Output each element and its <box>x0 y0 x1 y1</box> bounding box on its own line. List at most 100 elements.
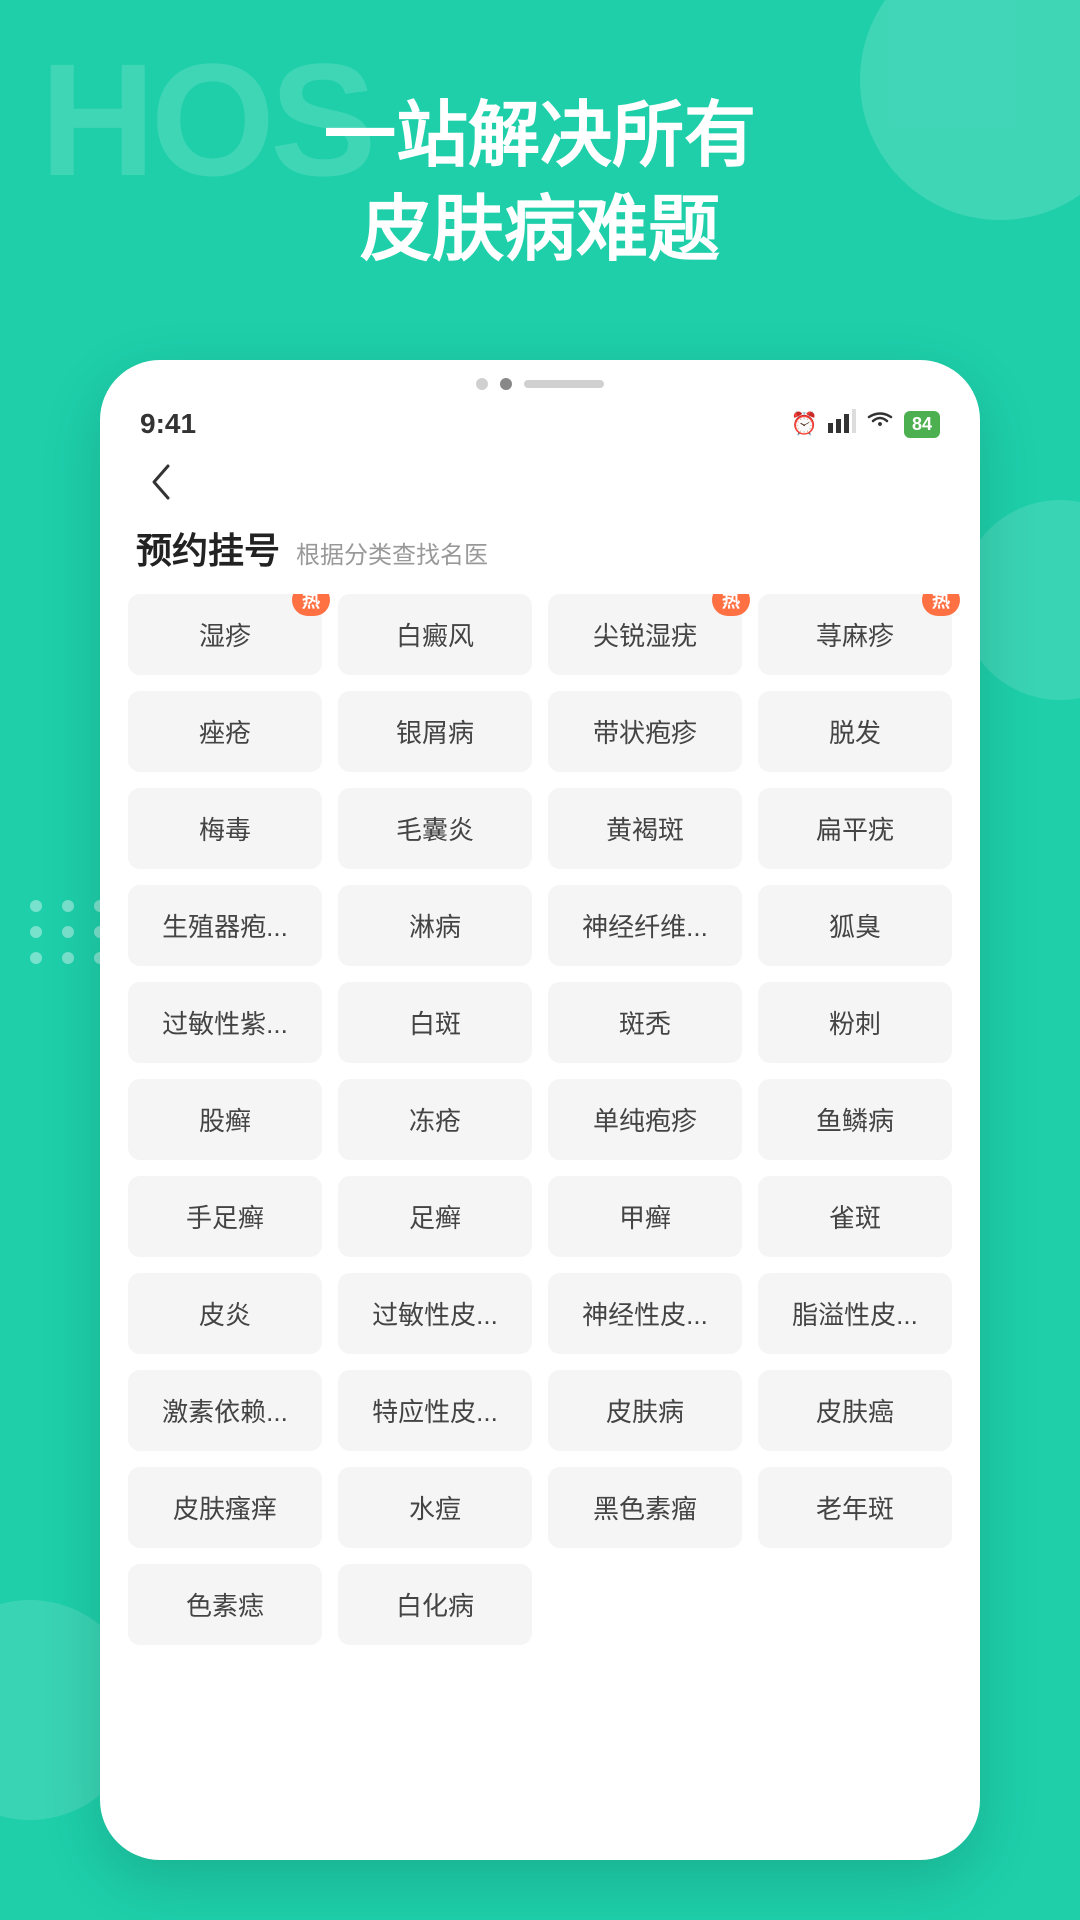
grid-item-label: 狐臭 <box>829 912 881 942</box>
grid-item-10-1[interactable]: 白化病 <box>338 1564 532 1645</box>
grid-item-label: 足癣 <box>409 1203 461 1233</box>
grid-item-4-3[interactable]: 粉刺 <box>758 982 952 1063</box>
grid-item-3-2[interactable]: 神经纤维... <box>548 885 742 966</box>
grid-item-label: 荨麻疹 <box>816 621 894 651</box>
grid-content: 热湿疹白癜风热尖锐湿疣热荨麻疹痤疮银屑病带状疱疹脱发梅毒毛囊炎黄褐斑扁平疣生殖器… <box>100 594 980 1860</box>
status-time: 9:41 <box>140 408 196 440</box>
grid-item-label: 激素依赖... <box>162 1397 288 1427</box>
grid-item-label: 雀斑 <box>829 1203 881 1233</box>
grid-item-1-1[interactable]: 银屑病 <box>338 691 532 772</box>
grid-item-label: 手足癣 <box>186 1203 264 1233</box>
hot-badge: 热 <box>922 594 960 616</box>
grid-item-label: 神经性皮... <box>582 1300 708 1330</box>
grid-item-label: 扁平疣 <box>816 815 894 845</box>
grid-row-3: 生殖器疱... 淋病神经纤维... 狐臭 <box>128 885 952 966</box>
indicator-bar <box>524 380 604 388</box>
grid-item-label: 带状疱疹 <box>593 718 697 748</box>
grid-item-label: 过敏性紫... <box>162 1009 288 1039</box>
grid-row-2: 梅毒 毛囊炎 黄褐斑 扁平疣 <box>128 788 952 869</box>
grid-item-2-2[interactable]: 黄褐斑 <box>548 788 742 869</box>
alarm-icon: ⏰ <box>791 411 818 437</box>
indicator-dot-2 <box>500 378 512 390</box>
grid-item-5-2[interactable]: 单纯疱疹 <box>548 1079 742 1160</box>
grid-row-8: 激素依赖... 特应性皮... 皮肤病 皮肤癌 <box>128 1370 952 1451</box>
grid-item-3-0[interactable]: 生殖器疱... <box>128 885 322 966</box>
signal-icon <box>828 409 856 439</box>
grid-item-4-1[interactable]: 白斑 <box>338 982 532 1063</box>
grid-item-label: 毛囊炎 <box>396 815 474 845</box>
grid-item-4-2[interactable]: 斑秃 <box>548 982 742 1063</box>
indicator-dot-1 <box>476 378 488 390</box>
grid-item-label: 黑色素瘤 <box>593 1494 697 1524</box>
grid-item-8-1[interactable]: 特应性皮... <box>338 1370 532 1451</box>
header-line1: 一站解决所有 <box>0 90 1080 184</box>
grid-item-label: 单纯疱疹 <box>593 1106 697 1136</box>
status-icons: ⏰ 84 <box>791 409 940 439</box>
grid-item-8-3[interactable]: 皮肤癌 <box>758 1370 952 1451</box>
grid-item-0-0[interactable]: 热湿疹 <box>128 594 322 675</box>
phone-mockup: 9:41 ⏰ 84 预约挂号 根据分类查找名医 热湿疹白癜风热尖锐湿疣热荨麻疹痤… <box>100 360 980 1860</box>
grid-item-8-0[interactable]: 激素依赖... <box>128 1370 322 1451</box>
grid-item-10-0[interactable]: 色素痣 <box>128 1564 322 1645</box>
grid-item-2-1[interactable]: 毛囊炎 <box>338 788 532 869</box>
grid-item-1-3[interactable]: 脱发 <box>758 691 952 772</box>
grid-item-label: 色素痣 <box>186 1591 264 1621</box>
grid-item-7-1[interactable]: 过敏性皮... <box>338 1273 532 1354</box>
grid-item-label: 生殖器疱... <box>162 912 288 942</box>
grid-item-label: 水痘 <box>409 1494 461 1524</box>
grid-item-6-2[interactable]: 甲癣 <box>548 1176 742 1257</box>
grid-item-5-1[interactable]: 冻疮 <box>338 1079 532 1160</box>
grid-item-label: 白癜风 <box>396 621 474 651</box>
grid-item-7-3[interactable]: 脂溢性皮... <box>758 1273 952 1354</box>
grid-item-label: 黄褐斑 <box>606 815 684 845</box>
status-bar: 9:41 ⏰ 84 <box>100 400 980 448</box>
phone-indicators <box>100 360 980 400</box>
grid-item-7-0[interactable]: 皮炎 <box>128 1273 322 1354</box>
grid-item-label: 尖锐湿疣 <box>593 621 697 651</box>
grid-item-10-3 <box>758 1564 952 1645</box>
grid-row-6: 手足癣 足癣 甲癣 雀斑 <box>128 1176 952 1257</box>
page-title-area: 预约挂号 根据分类查找名医 <box>100 512 980 594</box>
hot-badge: 热 <box>712 594 750 616</box>
grid-item-label: 皮肤病 <box>606 1397 684 1427</box>
grid-item-label: 过敏性皮... <box>372 1300 498 1330</box>
grid-row-0: 热湿疹白癜风热尖锐湿疣热荨麻疹 <box>128 594 952 675</box>
grid-item-label: 梅毒 <box>199 815 251 845</box>
grid-item-9-1[interactable]: 水痘 <box>338 1467 532 1548</box>
grid-item-6-1[interactable]: 足癣 <box>338 1176 532 1257</box>
grid-row-1: 痤疮银屑病 带状疱疹 脱发 <box>128 691 952 772</box>
grid-item-9-2[interactable]: 黑色素瘤 <box>548 1467 742 1548</box>
grid-item-3-3[interactable]: 狐臭 <box>758 885 952 966</box>
grid-item-5-3[interactable]: 鱼鳞病 <box>758 1079 952 1160</box>
grid-item-0-1[interactable]: 白癜风 <box>338 594 532 675</box>
hot-badge: 热 <box>292 594 330 616</box>
grid-item-0-3[interactable]: 热荨麻疹 <box>758 594 952 675</box>
grid-item-label: 湿疹 <box>199 621 251 651</box>
grid-item-1-0[interactable]: 痤疮 <box>128 691 322 772</box>
grid-item-label: 皮肤瘙痒 <box>173 1494 277 1524</box>
header-title: 一站解决所有 皮肤病难题 <box>0 90 1080 277</box>
grid-item-label: 皮肤癌 <box>816 1397 894 1427</box>
grid-item-2-3[interactable]: 扁平疣 <box>758 788 952 869</box>
grid-item-7-2[interactable]: 神经性皮... <box>548 1273 742 1354</box>
grid-item-1-2[interactable]: 带状疱疹 <box>548 691 742 772</box>
grid-item-0-2[interactable]: 热尖锐湿疣 <box>548 594 742 675</box>
grid-item-8-2[interactable]: 皮肤病 <box>548 1370 742 1451</box>
grid-item-label: 脂溢性皮... <box>792 1300 918 1330</box>
grid-item-2-0[interactable]: 梅毒 <box>128 788 322 869</box>
grid-item-9-0[interactable]: 皮肤瘙痒 <box>128 1467 322 1548</box>
grid-item-6-3[interactable]: 雀斑 <box>758 1176 952 1257</box>
grid-item-3-1[interactable]: 淋病 <box>338 885 532 966</box>
back-button[interactable] <box>136 458 184 506</box>
battery-badge: 84 <box>904 411 940 438</box>
grid-item-label: 斑秃 <box>619 1009 671 1039</box>
grid-item-4-0[interactable]: 过敏性紫... <box>128 982 322 1063</box>
grid-item-10-2 <box>548 1564 742 1645</box>
grid-item-6-0[interactable]: 手足癣 <box>128 1176 322 1257</box>
header-line2: 皮肤病难题 <box>0 184 1080 278</box>
page-title: 预约挂号 <box>136 522 280 574</box>
grid-item-5-0[interactable]: 股癣 <box>128 1079 322 1160</box>
nav-bar <box>100 448 980 512</box>
page-subtitle: 根据分类查找名医 <box>296 535 488 570</box>
grid-item-9-3[interactable]: 老年斑 <box>758 1467 952 1548</box>
